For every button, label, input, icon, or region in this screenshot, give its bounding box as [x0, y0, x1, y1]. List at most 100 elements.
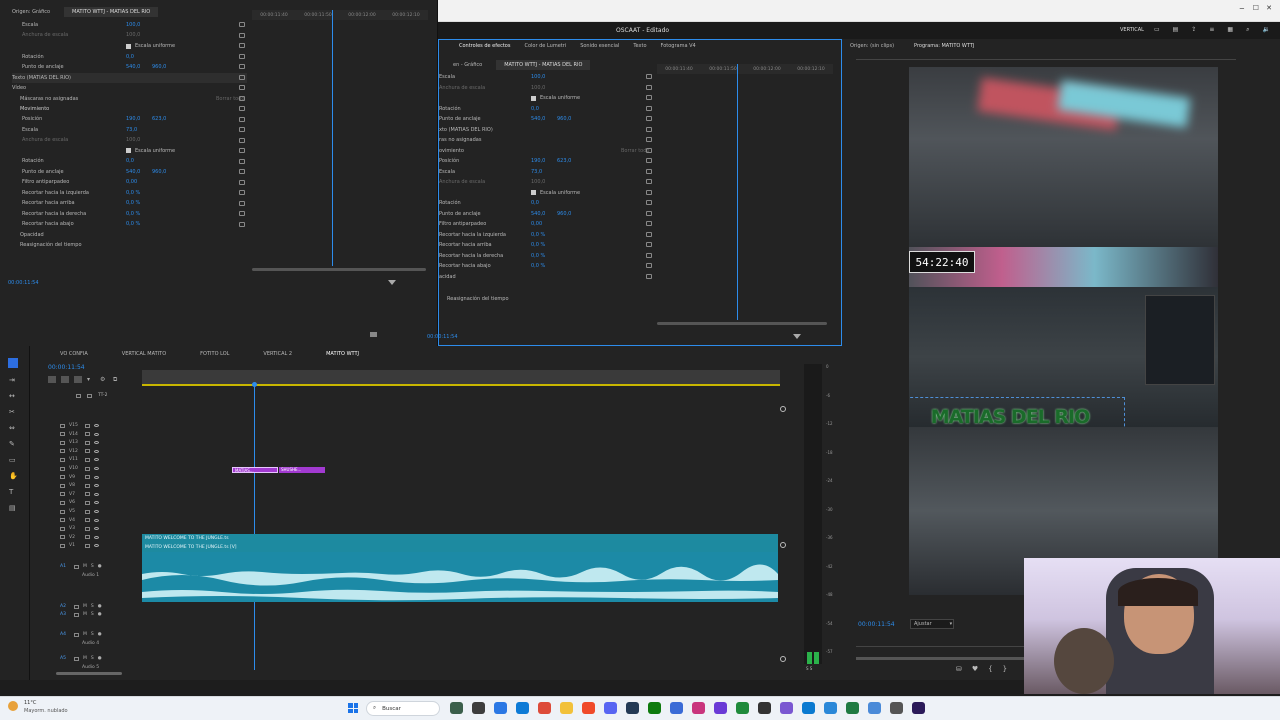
eye-icon[interactable]: [94, 484, 99, 488]
wrench-icon[interactable]: ⚙: [100, 376, 108, 383]
tab-effect-controls[interactable]: Controles de efectos: [459, 43, 510, 49]
property-value[interactable]: 0,00: [126, 179, 137, 185]
reset-icon[interactable]: [646, 95, 652, 100]
app-icon-i[interactable]: [868, 702, 881, 714]
reset-icon[interactable]: [646, 263, 652, 268]
xbox-icon[interactable]: [648, 702, 661, 714]
razor-icon[interactable]: ✂: [9, 408, 18, 416]
reset-icon[interactable]: [646, 158, 652, 163]
mini-ruler[interactable]: 00:00:11:40 00:00:11:50 00:00:12:00 00:00:1…: [252, 10, 428, 20]
pen-icon[interactable]: ✎: [9, 440, 18, 448]
taskview-icon[interactable]: [450, 702, 463, 714]
lock-icon[interactable]: [60, 543, 65, 548]
eye-icon[interactable]: [94, 475, 99, 479]
lock-icon[interactable]: [60, 509, 65, 514]
sync-icon[interactable]: [85, 492, 90, 497]
reset-icon[interactable]: [239, 211, 245, 216]
eye-icon[interactable]: [94, 544, 99, 548]
tab-essential-sound[interactable]: Sonido esencial: [580, 43, 619, 49]
property-value[interactable]: 0,0 %: [126, 211, 140, 217]
weather-icon[interactable]: [8, 701, 18, 711]
audio-track-header[interactable]: A4 M S ●: [60, 632, 102, 637]
property-value-2[interactable]: 960,0: [152, 169, 166, 175]
property-value-2[interactable]: 960,0: [557, 211, 571, 217]
video-track-header[interactable]: V11: [60, 457, 99, 462]
video-track-header[interactable]: V1: [60, 543, 99, 548]
lock-icon[interactable]: [60, 475, 65, 480]
edge-icon[interactable]: [516, 702, 529, 714]
solo-icon[interactable]: S: [91, 656, 94, 661]
folder-icon[interactable]: [560, 702, 573, 714]
scroll-mid-handle[interactable]: [780, 542, 786, 548]
premiere-icon[interactable]: [912, 702, 925, 714]
ripple-icon[interactable]: ↔: [9, 392, 18, 400]
sync-icon[interactable]: [85, 526, 90, 531]
step-forward-icon[interactable]: }: [1003, 665, 1007, 673]
clip-shushe-title[interactable]: SHUSHE...: [279, 467, 325, 473]
eye-icon[interactable]: [94, 424, 99, 427]
reset-icon[interactable]: [239, 127, 245, 132]
video-track-header[interactable]: V5: [60, 509, 99, 514]
monitor-ruler[interactable]: [856, 53, 1236, 60]
property-value[interactable]: 100,0: [531, 85, 545, 91]
export-icon[interactable]: [370, 332, 377, 337]
reset-icon[interactable]: [646, 242, 652, 247]
checkbox-icon[interactable]: [531, 95, 536, 101]
eye-icon[interactable]: [94, 535, 99, 539]
solo-icon[interactable]: S: [91, 612, 94, 617]
tab-source-monitor[interactable]: Origen: (sin clips): [850, 43, 894, 49]
rect-icon[interactable]: ▭: [9, 456, 18, 464]
mute-icon[interactable]: M: [83, 656, 87, 661]
checkbox-icon[interactable]: [126, 148, 131, 153]
reset-icon[interactable]: [646, 74, 652, 79]
app-icon-a[interactable]: [670, 702, 683, 714]
reset-icon[interactable]: [646, 137, 652, 142]
snap-icon[interactable]: [48, 376, 56, 383]
property-value[interactable]: 0,0 %: [531, 232, 545, 238]
audio-track-header[interactable]: A5 M S ●: [60, 656, 102, 661]
property-value[interactable]: 100,0: [531, 74, 545, 80]
workspace-label[interactable]: VERTICAL: [1120, 27, 1144, 33]
lock-icon[interactable]: [60, 449, 65, 454]
reset-icon[interactable]: [646, 147, 652, 153]
hand-icon[interactable]: ✋: [9, 472, 18, 480]
reset-icon[interactable]: [646, 189, 652, 195]
reset-icon[interactable]: [646, 105, 652, 111]
zoom-scrollbar-center[interactable]: [657, 322, 827, 325]
eye-icon[interactable]: [94, 492, 99, 496]
timeline-zoom-bar[interactable]: [56, 672, 122, 675]
reset-icon[interactable]: [646, 200, 652, 205]
reset-icon[interactable]: [239, 169, 245, 174]
timeline-tab[interactable]: VO CONFIA: [60, 351, 88, 357]
grid-icon[interactable]: ▦: [1227, 26, 1233, 34]
mic-icon[interactable]: ●: [98, 656, 102, 661]
close-icon[interactable]: ✕: [1266, 4, 1272, 12]
sync-icon[interactable]: [85, 518, 90, 523]
app-icon-d[interactable]: [736, 702, 749, 714]
property-value-2[interactable]: 623,0: [152, 116, 166, 122]
timeline-tab[interactable]: VERTICAL 2: [263, 351, 292, 357]
sync-icon[interactable]: [85, 543, 90, 548]
volume-icon[interactable]: 🔉: [1262, 26, 1269, 34]
linked-selection-icon[interactable]: [61, 376, 69, 383]
reset-icon[interactable]: [239, 190, 245, 195]
tab-program-monitor[interactable]: Programa: MATITO WTTJ: [914, 43, 974, 49]
files-icon[interactable]: [472, 702, 485, 714]
property-value[interactable]: 0,0 %: [126, 200, 140, 206]
property-value[interactable]: 540,0: [126, 169, 140, 175]
taskbar-search[interactable]: ⌕ Buscar: [366, 701, 440, 716]
reset-icon[interactable]: [239, 179, 245, 185]
solo-icon[interactable]: S: [91, 564, 94, 569]
tab-clip[interactable]: MATITO WTTJ - MATIAS DEL RIO: [64, 7, 159, 17]
mic-icon[interactable]: ●: [98, 564, 102, 569]
reset-icon[interactable]: [646, 231, 652, 237]
start-icon[interactable]: [348, 703, 358, 713]
menu-icon[interactable]: ≡: [1209, 26, 1214, 34]
sync-icon[interactable]: [85, 466, 90, 471]
timeline-tab[interactable]: MATITO WTTJ: [326, 351, 359, 357]
clip-matias-title[interactable]: MATIAS...: [232, 467, 278, 473]
lock-icon[interactable]: [60, 500, 65, 505]
playhead-line[interactable]: [332, 10, 333, 266]
solo-icon[interactable]: S: [91, 604, 94, 609]
maximize-frame-icon[interactable]: ▭: [1154, 26, 1160, 34]
